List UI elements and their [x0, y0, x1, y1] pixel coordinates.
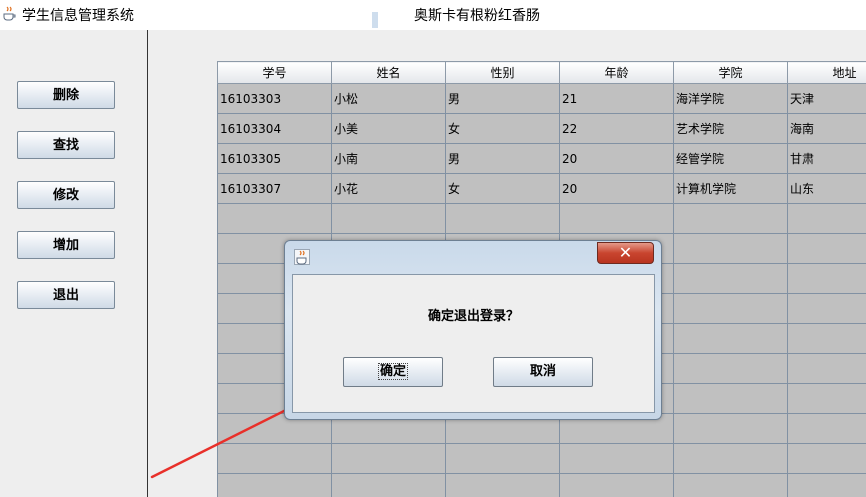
table-cell-empty[interactable] — [445, 473, 560, 497]
add-button[interactable]: 增加 — [17, 231, 115, 259]
dialog-close-button[interactable]: ✕ — [597, 242, 654, 264]
table-cell-empty[interactable] — [559, 203, 674, 234]
table-cell-empty[interactable] — [787, 323, 866, 354]
table-cell-empty[interactable] — [217, 473, 332, 497]
table-cell-empty[interactable] — [217, 443, 332, 474]
table-row[interactable]: 16103305 小南男 20 经管学院 甘肃 — [217, 143, 866, 174]
table-cell-empty[interactable] — [331, 443, 446, 474]
edit-button[interactable]: 修改 — [17, 181, 115, 209]
table-cell[interactable]: 男 — [445, 143, 560, 174]
column-header-address[interactable]: 地址 — [787, 61, 866, 84]
title-smudge — [372, 12, 378, 28]
delete-button[interactable]: 删除 — [17, 81, 115, 109]
table-cell-empty[interactable] — [673, 443, 788, 474]
cancel-button[interactable]: 取消 — [493, 357, 593, 387]
table-cell[interactable]: 甘肃 — [787, 143, 866, 174]
table-cell[interactable]: 计算机学院 — [673, 173, 788, 204]
title-bar: 学生信息管理系统 奥斯卡有根粉红香肠 — [0, 0, 866, 30]
table-cell[interactable]: 小松 — [331, 83, 446, 114]
table-cell[interactable]: 小美 — [331, 113, 446, 144]
table-cell-empty[interactable] — [673, 323, 788, 354]
confirm-button-label: 确定 — [377, 363, 408, 380]
column-header-college[interactable]: 学院 — [673, 61, 788, 84]
close-icon: ✕ — [618, 243, 633, 262]
table-cell-empty[interactable] — [559, 473, 674, 497]
table-cell[interactable]: 20 — [559, 143, 674, 174]
table-cell-empty[interactable] — [445, 443, 560, 474]
table-cell[interactable]: 男 — [445, 83, 560, 114]
table-cell[interactable]: 艺术学院 — [673, 113, 788, 144]
table-cell[interactable]: 女 — [445, 173, 560, 204]
column-header-gender[interactable]: 性别 — [445, 61, 560, 84]
table-cell-empty[interactable] — [787, 473, 866, 497]
table-cell[interactable]: 女 — [445, 113, 560, 144]
table-cell[interactable]: 16103305 — [217, 143, 332, 174]
table-cell-empty[interactable] — [787, 353, 866, 384]
table-cell-empty[interactable] — [331, 473, 446, 497]
table-cell[interactable]: 16103307 — [217, 173, 332, 204]
table-cell-empty[interactable] — [787, 293, 866, 324]
table-cell-empty[interactable] — [787, 203, 866, 234]
table-cell[interactable]: 小南 — [331, 143, 446, 174]
table-cell[interactable]: 20 — [559, 173, 674, 204]
table-cell-empty[interactable] — [673, 413, 788, 444]
table-cell[interactable]: 16103303 — [217, 83, 332, 114]
column-header-id[interactable]: 学号 — [217, 61, 332, 84]
table-cell[interactable]: 海南 — [787, 113, 866, 144]
table-cell-empty[interactable] — [331, 203, 446, 234]
window-title: 学生信息管理系统 — [22, 8, 134, 24]
table-row[interactable]: 16103304 小美女 22 艺术学院 海南 — [217, 113, 866, 144]
table-cell[interactable]: 天津 — [787, 83, 866, 114]
table-cell-empty[interactable] — [787, 413, 866, 444]
confirm-button[interactable]: 确定 — [343, 357, 443, 387]
table-row[interactable]: 16103307 小花女 20 计算机学院 山东 — [217, 173, 866, 204]
search-button[interactable]: 查找 — [17, 131, 115, 159]
table-row-empty[interactable] — [217, 473, 866, 497]
table-cell-empty[interactable] — [787, 263, 866, 294]
table-cell-empty[interactable] — [673, 263, 788, 294]
column-header-name[interactable]: 姓名 — [331, 61, 446, 84]
table-cell-empty[interactable] — [787, 383, 866, 414]
table-cell[interactable]: 山东 — [787, 173, 866, 204]
java-cup-icon — [3, 6, 16, 21]
table-row-empty[interactable] — [217, 203, 866, 234]
table-row[interactable]: 16103303 小松男 21 海洋学院 天津 — [217, 83, 866, 114]
exit-button[interactable]: 退出 — [17, 281, 115, 309]
table-header-row: 学号 姓名 性别 年龄 学院 地址 — [217, 61, 866, 84]
dialog-content: 确定退出登录？ 确定 取消 — [292, 274, 655, 413]
table-cell[interactable]: 22 — [559, 113, 674, 144]
table-cell-empty[interactable] — [559, 443, 674, 474]
table-cell[interactable]: 海洋学院 — [673, 83, 788, 114]
column-header-age[interactable]: 年龄 — [559, 61, 674, 84]
table-cell-empty[interactable] — [673, 353, 788, 384]
confirm-dialog: ✕ 确定退出登录？ 确定 取消 — [284, 240, 662, 420]
table-cell-empty[interactable] — [673, 293, 788, 324]
table-cell-empty[interactable] — [673, 203, 788, 234]
table-cell-empty[interactable] — [787, 443, 866, 474]
table-cell-empty[interactable] — [217, 203, 332, 234]
table-cell-empty[interactable] — [673, 473, 788, 497]
table-cell[interactable]: 小花 — [331, 173, 446, 204]
table-cell[interactable]: 经管学院 — [673, 143, 788, 174]
table-cell-empty[interactable] — [787, 233, 866, 264]
page-heading: 奥斯卡有根粉红香肠 — [414, 8, 540, 24]
sidebar: 删除 查找 修改 增加 退出 — [0, 30, 148, 497]
table-row-empty[interactable] — [217, 443, 866, 474]
table-cell[interactable]: 16103304 — [217, 113, 332, 144]
java-cup-icon — [294, 249, 310, 265]
table-cell-empty[interactable] — [673, 233, 788, 264]
table-cell[interactable]: 21 — [559, 83, 674, 114]
table-cell-empty[interactable] — [673, 383, 788, 414]
table-cell-empty[interactable] — [445, 203, 560, 234]
dialog-message: 确定退出登录？ — [427, 309, 519, 324]
